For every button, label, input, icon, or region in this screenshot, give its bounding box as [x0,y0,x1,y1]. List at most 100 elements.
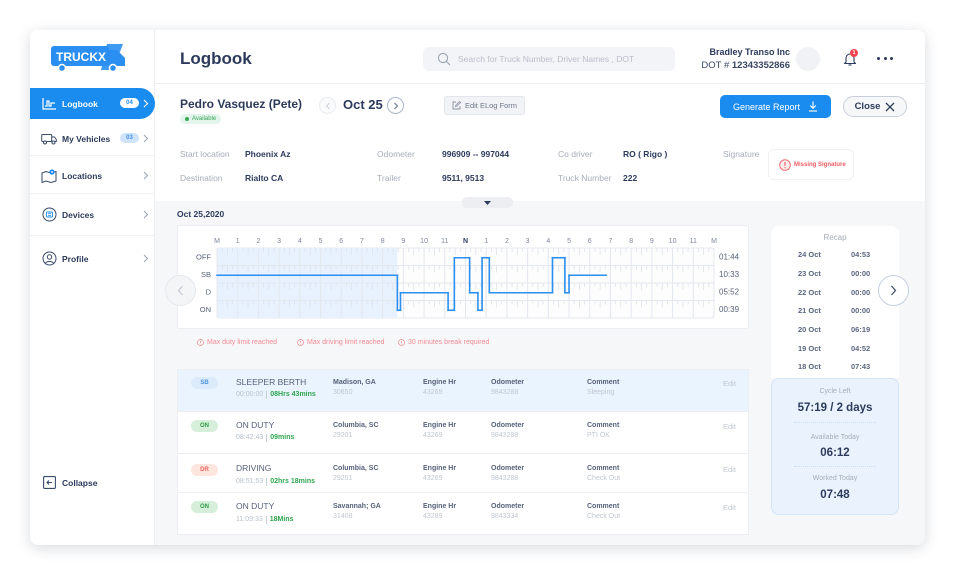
edit-event-button[interactable]: Edit [723,379,736,388]
sidebar-item-locations[interactable]: Locations [30,160,155,191]
edit-elog-form-button[interactable]: Edit ELog Form [444,96,525,115]
device-icon [41,207,57,222]
sidebar-item-my-vehicles[interactable]: My Vehicles 03 [30,123,155,154]
recap-hours: 00:00 [851,306,871,315]
details-toggle[interactable] [462,197,513,208]
engine-hours-value: 43269 [423,432,443,439]
separator [265,515,267,524]
more-dot-icon [877,57,880,60]
collapse-sidebar-button[interactable]: Collapse [30,467,155,498]
chevron-left-icon [325,102,330,109]
edit-event-button[interactable]: Edit [723,465,736,474]
company-name: Bradley Transo Inc [709,47,790,57]
chart-row-label: SB [201,270,211,279]
recap-row: 20 Oct 06:19 [771,325,899,335]
sidebar-item-label: My Vehicles [62,133,111,144]
chart-row-label: ON [200,305,211,314]
edit-event-button[interactable]: Edit [723,503,736,512]
summary-divider [794,466,876,467]
next-day-button[interactable] [387,97,404,114]
event-start-time: 08:51:53 [236,478,264,485]
event-row[interactable]: SB SLEEPER BERTH 00:00:00 08Hrs 43mins Ma… [178,370,748,412]
chevron-right-icon [143,254,149,263]
info-icon [297,339,304,346]
odometer-label: Odometer [491,379,525,386]
odometer-value: 9843288 [491,432,519,439]
recap-hours: 04:52 [851,344,871,353]
event-zip: 29201 [333,432,353,439]
chart-previous-button[interactable] [165,275,196,306]
previous-day-button[interactable] [319,97,336,114]
event-title: ON DUTY [236,501,275,511]
sidebar-item-label: Devices [62,209,95,220]
event-location: Columbia, SC [333,422,379,429]
log-date-heading: Oct 25,2020 [177,209,225,219]
duty-status-chart-svg: M 1 2 3 4 5 6 7 8 9 10 11 N 1 2 3 4 5 6 7 8 9 10 11 MOFF 01:44SB 1… [196,238,740,319]
hours-summary-panel: Cycle Left 57:19 / 2 days Available Toda… [771,378,899,515]
status-code-badge: SB [191,377,218,389]
destination-label: Destination [180,173,223,183]
chart-hour-label: N [463,238,468,245]
chart-hour-label: 11 [441,238,448,245]
start-location-label: Start location [180,149,230,159]
chart-hour-label: 2 [256,238,260,245]
sidebar-item-profile[interactable]: Profile [30,243,155,274]
warning-max-duty: Max duty limit reached [197,339,277,346]
event-title: SLEEPER BERTH [236,377,307,387]
recap-hours: 06:19 [851,325,871,334]
available-today-label: Available Today [810,434,860,441]
notifications-button[interactable]: 1 [842,49,860,69]
chart-hour-label: M [214,238,220,245]
odometer-value: 9843288 [491,475,519,482]
more-dot-icon [890,57,893,60]
edit-elog-label: Edit ELog Form [464,101,518,110]
page-title: Logbook [180,49,252,68]
event-row[interactable]: ON ON DUTY 08:42:43 09mins Columbia, SC 2… [178,412,748,454]
odometer-value: 996909 -- 997044 [442,149,510,159]
user-icon [41,251,57,266]
truckx-logo[interactable]: TRUCKX [49,42,129,79]
engine-hours-label: Engine Hr [423,465,457,472]
chart-hour-label: 1 [484,238,488,245]
recap-row: 23 Oct 00:00 [771,269,899,279]
comment-value: PTI OK [587,432,610,439]
recap-row: 18 Oct 07:43 [771,362,899,372]
truck-logo-icon: TRUCKX [51,44,125,73]
close-button[interactable]: Close [843,96,907,117]
generate-report-button[interactable]: Generate Report [720,95,831,118]
chart-hour-label: 4 [546,238,550,245]
recap-date: 22 Oct [798,288,821,297]
recap-panel: Recap 24 Oct 04:53 23 Oct 00:00 22 Oct 00:0… [771,226,899,378]
chart-row-label: OFF [196,252,211,261]
sidebar-item-logbook[interactable]: Logbook 04 [30,88,155,119]
avatar[interactable] [796,47,820,71]
event-time: 08:51:53 02hrs 18mins [236,477,315,486]
co-driver-value: RO ( Rigo ) [623,149,668,159]
more-options-button[interactable] [877,57,893,63]
event-row[interactable]: DR DRIVING 08:51:53 02hrs 18mins Columbia… [178,454,748,493]
chart-hour-label: 7 [609,238,613,245]
close-label: Close [854,101,881,112]
comment-value: Check Out [587,513,621,520]
chart-hour-label: 1 [236,238,240,245]
status-text: Available [192,116,217,122]
search-bar[interactable] [423,47,675,71]
edit-event-button[interactable]: Edit [723,422,736,431]
chart-hour-label: 6 [588,238,592,245]
event-duration: 02hrs 18mins [270,478,315,485]
separator [266,390,268,399]
separator [266,477,268,486]
recap-row: 21 Oct 00:00 [771,306,899,316]
status-code-badge: ON [191,420,218,432]
search-input[interactable] [458,54,668,64]
sidebar-item-devices[interactable]: Devices [30,199,155,230]
event-row[interactable]: ON ON DUTY 11:09:33 18Mins Savannah; GA 3… [178,493,748,534]
recap-next-button[interactable] [878,275,909,306]
odometer-label: Odometer [491,503,525,510]
chart-row-total: 01:44 [719,252,740,261]
status-badge: Available [180,114,222,124]
cycle-left-value: 57:19 / 2 days [797,402,873,414]
missing-signature-box[interactable]: Missing Signature [768,149,854,180]
chart-hour-label: 4 [298,238,302,245]
close-icon [885,102,895,111]
